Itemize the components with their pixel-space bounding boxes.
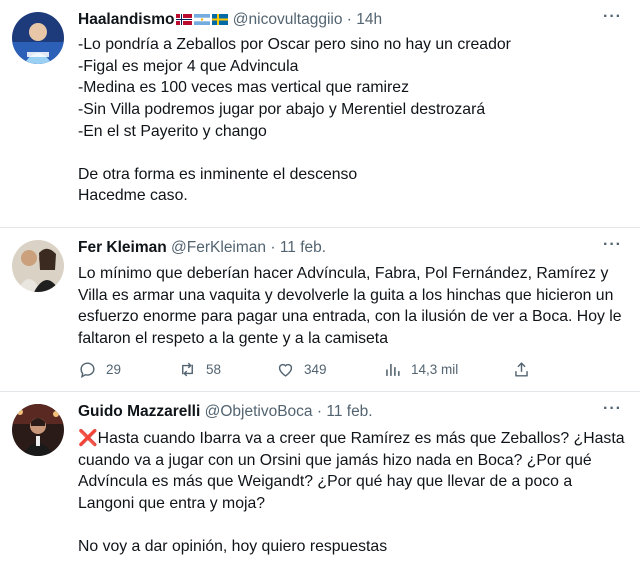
like-button[interactable]: 349 — [276, 360, 327, 379]
avatar[interactable] — [12, 240, 64, 292]
tweet-line: -Figal es mejor 4 que Advincula — [78, 57, 299, 75]
reply-icon — [80, 362, 95, 379]
tweet-header: Guido Mazzarelli @ObjetivoBoca · 11 feb. — [78, 403, 373, 421]
tweet-header: Haalandismo @nicovultaggiio · 14h — [78, 11, 382, 29]
retweet-icon — [182, 362, 193, 377]
tweet-line: -Lo pondría a Zeballos por Oscar pero si… — [78, 36, 511, 53]
tweet-paragraph: Lo mínimo que deberían hacer Advíncula, … — [78, 265, 622, 348]
separator-dot: · — [316, 403, 323, 420]
tweet-fer-kleiman[interactable]: Fer Kleiman @FerKleiman · 11 feb. ··· Lo… — [0, 228, 640, 391]
like-icon — [278, 363, 293, 377]
retweet-count: 58 — [206, 362, 222, 377]
share-button[interactable] — [512, 360, 531, 379]
tweet-line: -Sin Villa podremos jugar por abajo y Me… — [78, 101, 486, 119]
tweet-text: ❌Hasta cuando Ibarra va a creer que Ramí… — [78, 428, 632, 558]
timestamp[interactable]: 14h — [356, 11, 382, 28]
tweet-guido-mazzarelli[interactable]: Guido Mazzarelli @ObjetivoBoca · 11 feb.… — [0, 392, 640, 569]
avatar[interactable] — [12, 404, 64, 456]
user-handle[interactable]: @FerKleiman — [171, 239, 266, 256]
more-options-icon[interactable]: ··· — [603, 236, 622, 254]
separator-dot: · — [270, 239, 276, 256]
timestamp[interactable]: 11 feb. — [326, 403, 372, 420]
user-handle[interactable]: @ObjetivoBoca — [205, 403, 313, 420]
like-count: 349 — [304, 362, 327, 377]
tweet-haalandismo[interactable]: Haalandismo @nicovultaggiio · 14h ··· -L… — [0, 0, 640, 226]
display-name[interactable]: Haalandismo — [78, 11, 174, 28]
display-name[interactable]: Fer Kleiman — [78, 239, 167, 256]
tweet-actions: 29 58 349 14,3 mil — [78, 360, 548, 384]
views-count: 14,3 mil — [411, 362, 459, 377]
display-name[interactable]: Guido Mazzarelli — [78, 403, 200, 420]
views-icon — [386, 363, 400, 376]
tweet-header: Fer Kleiman @FerKleiman · 11 feb. — [78, 239, 326, 257]
tweet-line: -Medina es 100 veces mas vertical que ra… — [78, 79, 409, 97]
views-button[interactable]: 14,3 mil — [383, 360, 458, 379]
separator-dot: · — [346, 11, 352, 28]
tweet-paragraph: No voy a dar opinión, hoy quiero respues… — [78, 537, 388, 555]
tweet-line: -En el st Payerito y chango — [78, 122, 267, 140]
tweet-text: Lo mínimo que deberían hacer Advíncula, … — [78, 263, 632, 350]
more-options-icon[interactable]: ··· — [603, 8, 622, 26]
avatar[interactable] — [12, 12, 64, 64]
reply-count: 29 — [106, 362, 122, 377]
more-options-icon[interactable]: ··· — [603, 400, 622, 418]
norway-flag-icon — [176, 12, 193, 25]
tweet-line: De otra forma es inminente el descenso — [78, 165, 358, 183]
tweet-text: -Lo pondría a Zeballos por Oscar pero si… — [78, 34, 632, 207]
tweet-paragraph: ❌Hasta cuando Ibarra va a creer que Ramí… — [78, 428, 632, 515]
sweden-flag-icon — [212, 12, 229, 25]
tweet-line: Hacedme caso. — [78, 187, 188, 205]
user-handle[interactable]: @nicovultaggiio — [233, 11, 343, 28]
reply-button[interactable]: 29 — [78, 360, 121, 379]
argentina-flag-icon — [194, 12, 211, 25]
retweet-button[interactable]: 58 — [178, 360, 221, 379]
cross-mark-icon: ❌ — [78, 430, 98, 447]
timestamp[interactable]: 11 feb. — [280, 239, 326, 256]
tweet-paragraph-text: Hasta cuando Ibarra va a creer que Ramír… — [78, 430, 625, 513]
share-icon — [515, 362, 528, 377]
